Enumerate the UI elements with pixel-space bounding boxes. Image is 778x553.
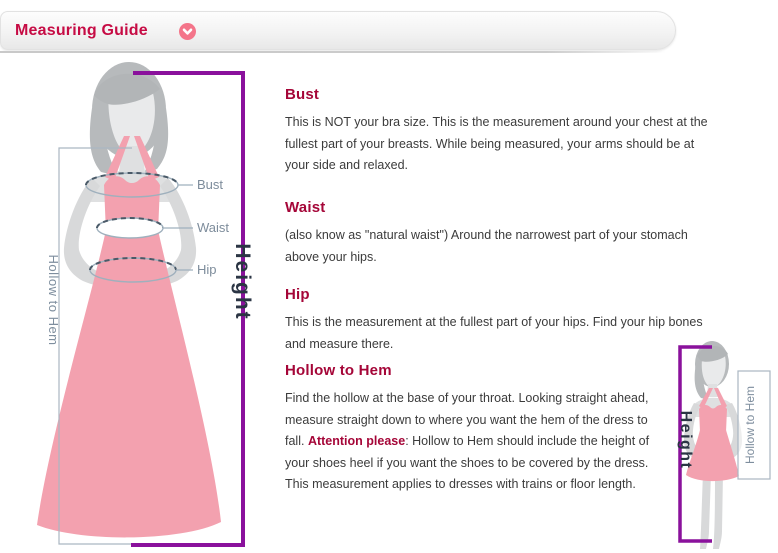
measuring-guide-page: Measuring Guide (0, 0, 778, 553)
measuring-diagram-large: Bust Waist Hip Hollow to Hem Height (25, 58, 275, 553)
measuring-diagram-small: Hollow to Hem Height (655, 335, 778, 553)
dress-skirt (37, 230, 221, 537)
section-body: Find the hollow at the base of your thro… (285, 388, 669, 496)
measuring-guide-accordion-header[interactable]: Measuring Guide (0, 11, 676, 50)
bust-label: Bust (197, 177, 223, 192)
section-heading: Hollow to Hem (285, 362, 669, 379)
section-hollow-to-hem: Hollow to Hem Find the hollow at the bas… (285, 362, 669, 496)
section-heading: Waist (285, 199, 721, 216)
hollow-to-hem-label: Hollow to Hem (46, 254, 61, 345)
waist-label: Waist (197, 220, 229, 235)
section-heading: Bust (285, 86, 721, 103)
hollow-to-hem-label: Hollow to Hem (743, 386, 757, 464)
hip-label: Hip (197, 262, 217, 277)
attention-label: Attention please (308, 434, 405, 448)
height-label: Height (677, 411, 694, 470)
section-body: (also know as "natural waist") Around th… (285, 225, 721, 268)
dress-bodice (699, 405, 727, 432)
height-label: Height (231, 243, 254, 320)
chevron-down-icon[interactable] (179, 23, 196, 40)
figure-left-leg (700, 473, 711, 549)
section-bust: Bust This is NOT your bra size. This is … (285, 86, 721, 177)
section-body: This is NOT your bra size. This is the m… (285, 112, 721, 177)
section-waist: Waist (also know as "natural waist") Aro… (285, 199, 721, 268)
section-heading: Hip (285, 286, 721, 303)
header-divider (0, 51, 666, 53)
measuring-guide-title: Measuring Guide (15, 22, 148, 40)
figure-right-leg (713, 473, 723, 549)
